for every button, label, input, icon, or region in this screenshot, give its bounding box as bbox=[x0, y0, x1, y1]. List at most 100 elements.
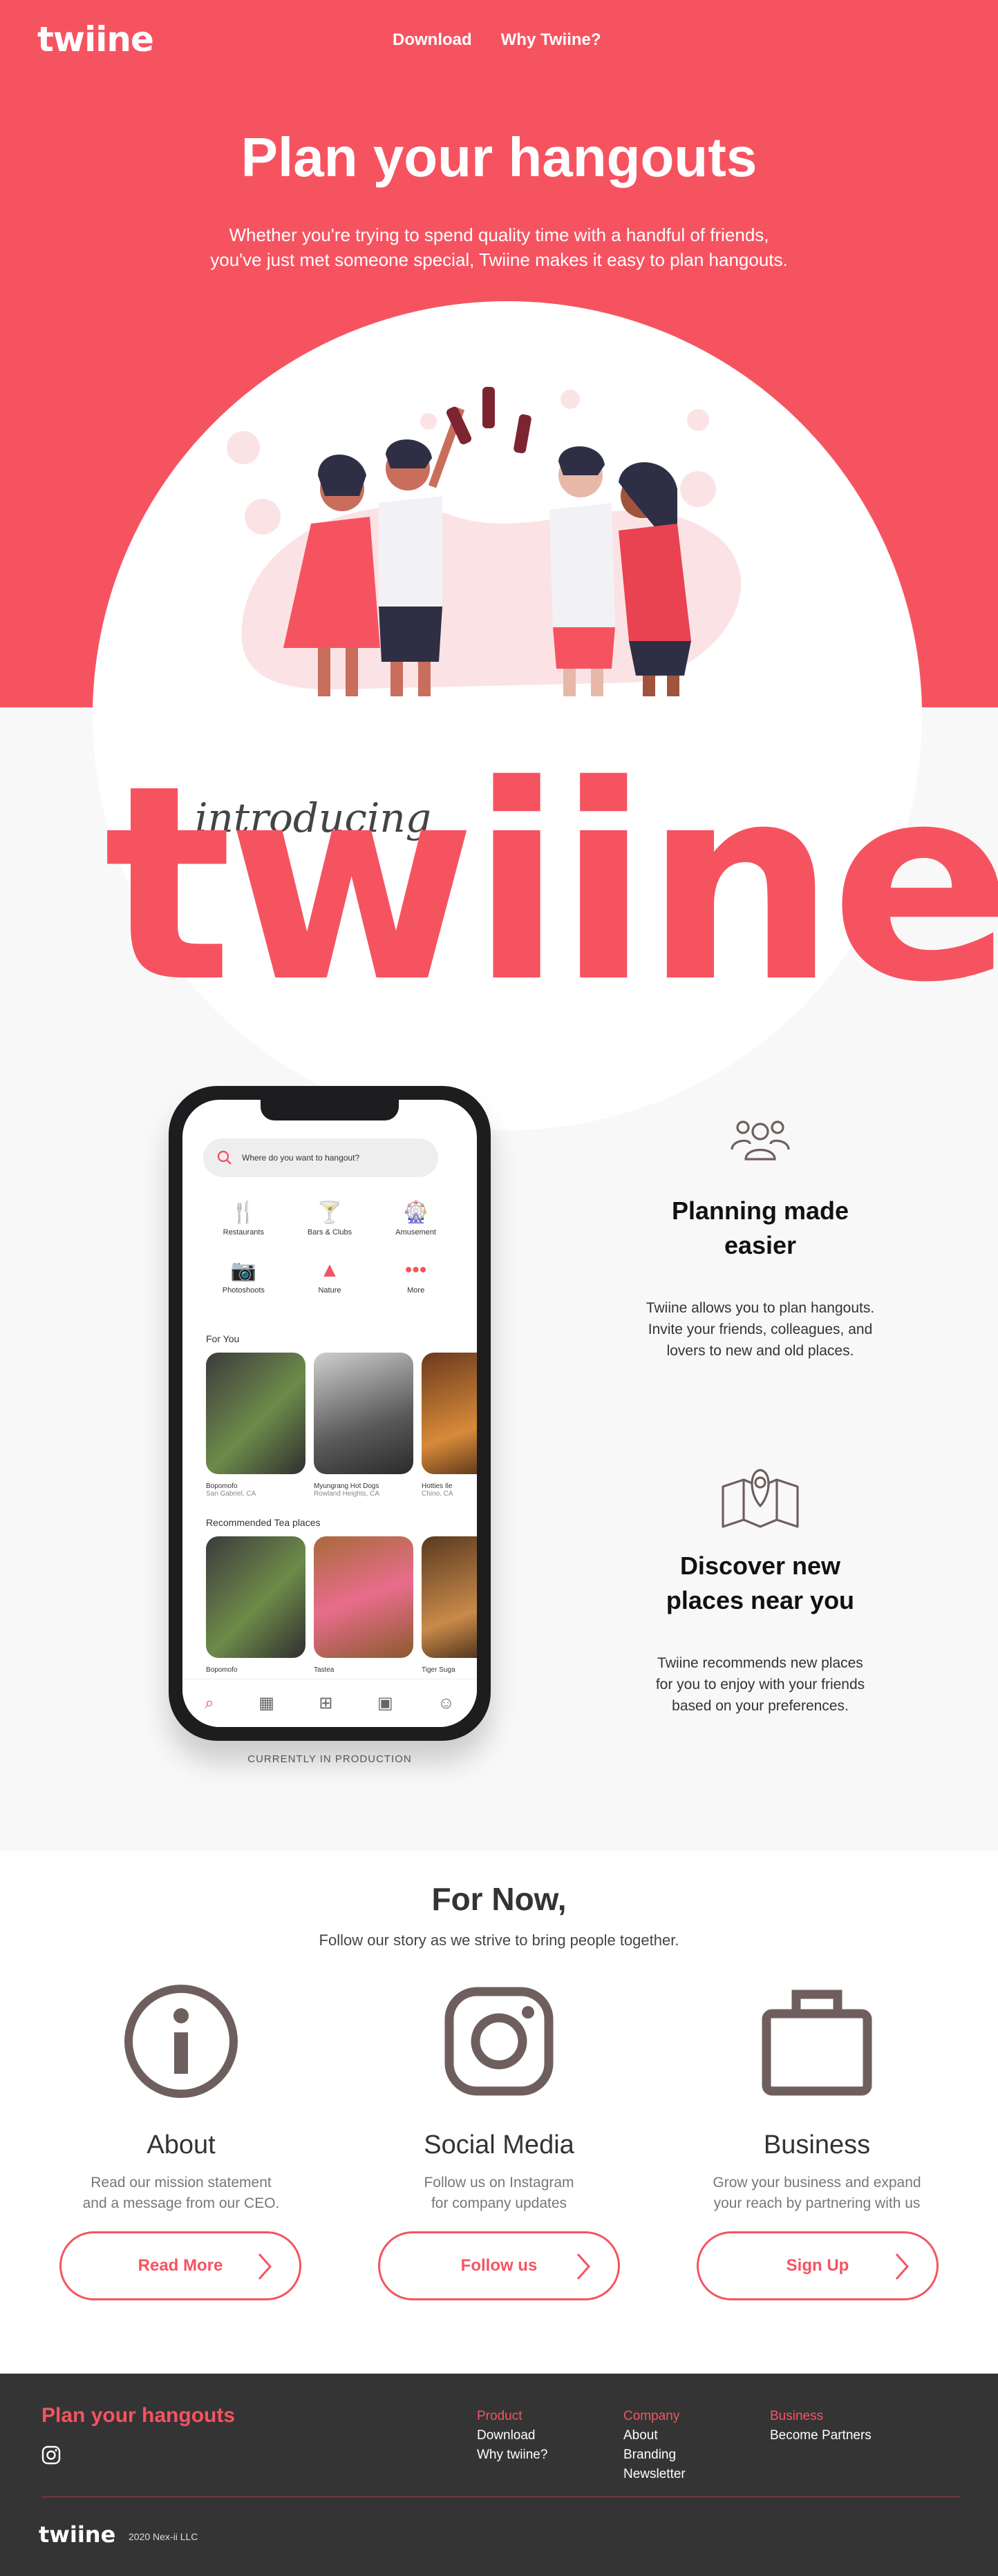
category-label: Restaurants bbox=[223, 1228, 264, 1237]
feature-title-line: Planning made bbox=[671, 1196, 849, 1225]
briefcase-icon bbox=[762, 1990, 872, 2096]
tab-calendar-icon[interactable]: ▣ bbox=[377, 1693, 393, 1713]
category-grid: 🍴 Restaurants 🍸 Bars & Clubs 🎡 Amusement 📷 P… bbox=[200, 1196, 459, 1295]
place-card[interactable]: Myungrang Hot Dogs Rowland Heights, CA bbox=[314, 1353, 413, 1498]
tab-add-icon[interactable]: ⊞ bbox=[319, 1693, 332, 1713]
footer-company-heading: Company bbox=[623, 2409, 680, 2423]
category-label: Amusement bbox=[395, 1228, 436, 1237]
cocktail-icon: 🍸 bbox=[317, 1201, 343, 1224]
place-location: Chino, CA bbox=[422, 1490, 453, 1498]
read-more-label: Read More bbox=[138, 2256, 223, 2275]
about-column: About Read our mission statement and a me… bbox=[50, 1983, 312, 2214]
read-more-button[interactable]: Read More bbox=[59, 2231, 301, 2300]
feature-desc-line: for you to enjoy with your friends bbox=[655, 1677, 865, 1692]
tree-icon: ▲ bbox=[319, 1259, 340, 1281]
place-card[interactable]: Bopomofo bbox=[206, 1536, 305, 1674]
social-media-column: Social Media Follow us on Instagram for c… bbox=[368, 1983, 630, 2214]
place-name: Bopomofo bbox=[206, 1482, 238, 1490]
more-dots-icon: ••• bbox=[404, 1259, 427, 1281]
category-nature[interactable]: ▲ Nature bbox=[287, 1254, 373, 1295]
feature-title-line: easier bbox=[724, 1231, 797, 1259]
footer-link-branding[interactable]: Branding bbox=[623, 2445, 686, 2465]
footer-link-about[interactable]: About bbox=[623, 2426, 686, 2445]
business-description: Grow your business and expand your reach … bbox=[686, 2173, 948, 2214]
footer-copyright: 2020 Nex-ii LLC bbox=[129, 2531, 198, 2542]
hero-subtitle: Whether you're trying to spend quality t… bbox=[188, 222, 810, 272]
place-photo bbox=[314, 1353, 413, 1474]
sign-up-label: Sign Up bbox=[786, 2256, 849, 2275]
chevron-right-icon bbox=[895, 2253, 910, 2280]
social-desc-line: for company updates bbox=[431, 2195, 567, 2211]
feature-title: Discover new places near you bbox=[608, 1549, 912, 1618]
footer-product-column: Product Download Why twiine? bbox=[477, 2407, 547, 2465]
place-photo bbox=[422, 1353, 477, 1474]
footer-logo[interactable]: twiine bbox=[39, 2521, 115, 2548]
instagram-icon[interactable] bbox=[41, 2445, 61, 2465]
category-more[interactable]: ••• More bbox=[373, 1254, 459, 1295]
tab-map-icon[interactable]: ▦ bbox=[258, 1693, 274, 1713]
feature-desc-line: lovers to new and old places. bbox=[666, 1343, 854, 1359]
footer-product-heading: Product bbox=[477, 2409, 522, 2423]
camera-icon: 📷 bbox=[230, 1259, 256, 1282]
category-bars[interactable]: 🍸 Bars & Clubs bbox=[287, 1196, 373, 1237]
sign-up-button[interactable]: Sign Up bbox=[697, 2231, 939, 2300]
tab-search-icon[interactable]: ⌕ bbox=[205, 1694, 214, 1713]
follow-us-label: Follow us bbox=[460, 2256, 538, 2275]
place-card[interactable]: Bopomofo San Gabriel, CA bbox=[206, 1353, 305, 1498]
place-card[interactable]: Tiger Suga bbox=[422, 1536, 477, 1674]
friends-toasting-illustration bbox=[227, 387, 742, 696]
place-photo bbox=[422, 1536, 477, 1658]
business-desc-line: your reach by partnering with us bbox=[713, 2195, 921, 2211]
social-desc-line: Follow us on Instagram bbox=[424, 2175, 574, 2191]
place-card[interactable]: Tastea bbox=[314, 1536, 413, 1674]
feature-description: Twiine allows you to plan hangouts. Invit… bbox=[608, 1297, 912, 1362]
category-restaurants[interactable]: 🍴 Restaurants bbox=[200, 1196, 287, 1237]
place-name: Tiger Suga bbox=[422, 1666, 455, 1674]
place-card[interactable]: Hotties Ile Chino, CA bbox=[422, 1353, 477, 1498]
feature-desc-line: Invite your friends, colleagues, and bbox=[648, 1322, 873, 1337]
tab-profile-icon[interactable]: ☺ bbox=[437, 1694, 455, 1713]
app-tab-bar: ⌕ ▦ ⊞ ▣ ☺ bbox=[182, 1679, 477, 1727]
social-media-description: Follow us on Instagram for company update… bbox=[368, 2173, 630, 2214]
business-desc-line: Grow your business and expand bbox=[713, 2175, 921, 2191]
nav-download[interactable]: Download bbox=[393, 30, 472, 50]
phone-screen: Where do you want to hangout? 🍴 Restauran… bbox=[182, 1100, 477, 1727]
footer-link-become-partners[interactable]: Become Partners bbox=[770, 2426, 872, 2445]
production-note: CURRENTLY IN PRODUCTION bbox=[247, 1753, 412, 1765]
group-icon bbox=[731, 1120, 790, 1161]
about-desc-line: Read our mission statement bbox=[91, 2175, 272, 2191]
footer-link-newsletter[interactable]: Newsletter bbox=[623, 2465, 686, 2484]
place-location: San Gabriel, CA bbox=[206, 1490, 256, 1498]
feature-desc-line: Twiine recommends new places bbox=[657, 1655, 863, 1671]
place-name: Hotties Ile bbox=[422, 1482, 453, 1490]
app-search-placeholder: Where do you want to hangout? bbox=[242, 1153, 360, 1163]
phone-mockup: Where do you want to hangout? 🍴 Restauran… bbox=[169, 1086, 491, 1741]
footer: Plan your hangouts Product Download Why … bbox=[0, 2374, 998, 2576]
search-icon bbox=[217, 1150, 232, 1165]
place-photo bbox=[314, 1536, 413, 1658]
footer-company-column: Company About Branding Newsletter bbox=[623, 2407, 686, 2484]
logo[interactable]: twiine bbox=[37, 19, 154, 59]
nav-why-twiine[interactable]: Why Twiine? bbox=[501, 30, 601, 50]
app-search-bar[interactable]: Where do you want to hangout? bbox=[203, 1138, 438, 1177]
hero-subtitle-line: you've just met someone special, Twiine … bbox=[210, 249, 788, 270]
chevron-right-icon bbox=[258, 2253, 272, 2280]
place-name: Tastea bbox=[314, 1666, 335, 1674]
social-media-title: Social Media bbox=[424, 2130, 574, 2159]
place-location: Rowland Heights, CA bbox=[314, 1490, 380, 1498]
for-you-cards: Bopomofo San Gabriel, CA Myungrang Hot D… bbox=[206, 1353, 477, 1498]
category-amusement[interactable]: 🎡 Amusement bbox=[373, 1196, 459, 1237]
category-label: Photoshoots bbox=[222, 1286, 265, 1295]
feature-description: Twiine recommends new places for you to e… bbox=[608, 1652, 912, 1717]
category-photoshoots[interactable]: 📷 Photoshoots bbox=[200, 1254, 287, 1295]
footer-link-download[interactable]: Download bbox=[477, 2426, 547, 2445]
footer-link-why-twiine[interactable]: Why twiine? bbox=[477, 2445, 547, 2465]
top-nav: Download Why Twiine? bbox=[393, 30, 601, 50]
feature-desc-line: Twiine allows you to plan hangouts. bbox=[646, 1300, 875, 1316]
about-desc-line: and a message from our CEO. bbox=[82, 2195, 280, 2211]
feature-title-line: Discover new bbox=[679, 1552, 841, 1580]
instagram-icon bbox=[444, 1987, 554, 2096]
hero-title: Plan your hangouts bbox=[241, 126, 757, 188]
follow-us-button[interactable]: Follow us bbox=[378, 2231, 620, 2300]
about-description: Read our mission statement and a message … bbox=[50, 2173, 312, 2214]
